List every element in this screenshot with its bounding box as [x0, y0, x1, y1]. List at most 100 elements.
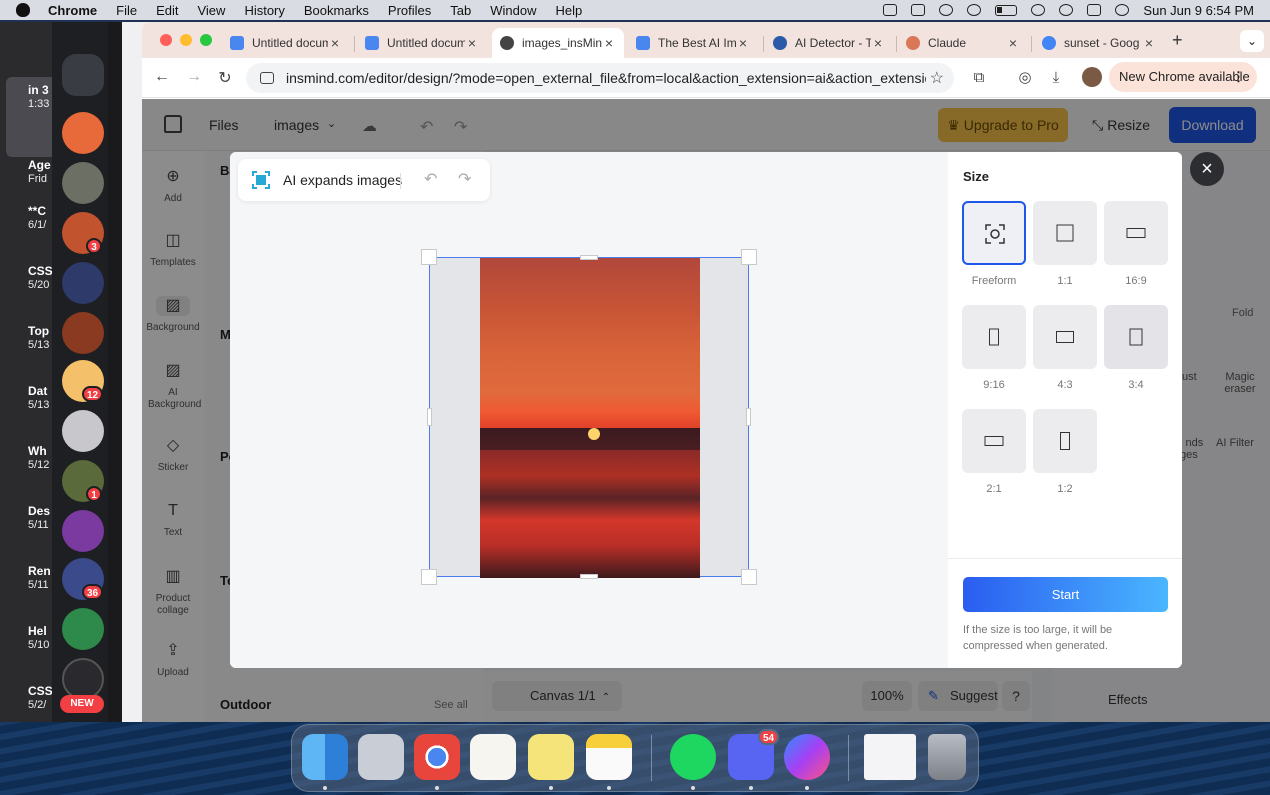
forward-arrow-icon[interactable]: → — [184, 68, 204, 86]
status-app-icon[interactable] — [883, 4, 898, 16]
menu-history[interactable]: History — [244, 3, 284, 18]
chrome-icon[interactable] — [414, 734, 460, 780]
menu-file[interactable]: File — [116, 3, 137, 18]
menu-tab[interactable]: Tab — [450, 3, 471, 18]
size-option-4-3[interactable]: 4:3 — [1033, 305, 1097, 391]
menubar-clock[interactable]: Sun Jun 9 6:54 PM — [1143, 3, 1254, 18]
play-icon[interactable] — [967, 4, 982, 16]
menu-help[interactable]: Help — [556, 3, 583, 18]
tab-close-icon[interactable]: × — [871, 35, 885, 51]
reload-icon[interactable]: ↻ — [215, 68, 235, 88]
size-option-16-9[interactable]: 16:9 — [1104, 201, 1168, 287]
bluetooth-icon[interactable] — [939, 4, 954, 16]
tab-close-icon[interactable]: × — [465, 35, 479, 51]
redo-icon[interactable]: ↷ — [458, 169, 471, 189]
start-button[interactable]: Start — [963, 577, 1168, 612]
option-label: Freeform — [971, 275, 1017, 287]
resize-handle-top-right[interactable] — [741, 249, 757, 265]
window-minimize-icon[interactable] — [180, 34, 192, 46]
running-indicator — [607, 786, 611, 790]
option-label: 1:1 — [1057, 275, 1073, 287]
size-option-2-1[interactable]: 2:1 — [962, 409, 1026, 495]
site-info-icon[interactable] — [260, 72, 274, 84]
tab-close-icon[interactable]: × — [602, 35, 616, 51]
resize-handle-right[interactable] — [746, 408, 751, 426]
more-vertical-icon[interactable]: ⋮ — [1232, 62, 1245, 92]
size-option-freeform[interactable]: Freeform — [962, 201, 1026, 287]
menu-bookmarks[interactable]: Bookmarks — [304, 3, 369, 18]
menu-app-name[interactable]: Chrome — [48, 3, 97, 18]
tab-untitled-document-2[interactable]: Untitled docum × — [357, 28, 487, 58]
close-modal-button[interactable]: × — [1190, 152, 1224, 186]
window-zoom-icon[interactable] — [200, 34, 212, 46]
search-icon[interactable] — [1059, 4, 1074, 16]
tab-close-icon[interactable]: × — [1006, 35, 1020, 51]
size-option-9-16[interactable]: 9:16 — [962, 305, 1026, 391]
tab-claude[interactable]: Claude × — [898, 28, 1028, 58]
extension-icon[interactable]: ◎ — [1016, 69, 1034, 87]
trash-icon[interactable] — [928, 734, 966, 780]
undo-icon[interactable]: ↶ — [424, 169, 437, 189]
tab-close-icon[interactable]: × — [328, 35, 342, 51]
control-center-icon[interactable] — [1087, 4, 1102, 16]
landscape-icon — [1126, 228, 1146, 238]
discord-server-icon[interactable] — [62, 608, 104, 650]
tab-search-chevron-icon[interactable]: ⌄ — [1240, 30, 1264, 52]
option-tile — [962, 305, 1026, 369]
discord-server-icon[interactable] — [62, 658, 104, 700]
discord-server-icon[interactable] — [62, 112, 104, 154]
resize-handle-top-left[interactable] — [421, 249, 437, 265]
finder-icon[interactable] — [302, 734, 348, 780]
new-tab-plus-icon[interactable]: + — [1172, 30, 1183, 51]
menu-view[interactable]: View — [197, 3, 225, 18]
discord-server-icon[interactable] — [62, 510, 104, 552]
notes-icon[interactable] — [586, 734, 632, 780]
tab-untitled-document-1[interactable]: Untitled docum × — [222, 28, 350, 58]
pages-pen-icon[interactable] — [470, 734, 516, 780]
size-option-1-2[interactable]: 1:2 — [1033, 409, 1097, 495]
tab-close-icon[interactable]: × — [1142, 35, 1156, 51]
wifi-icon[interactable] — [1031, 4, 1046, 16]
resize-handle-bottom[interactable] — [580, 574, 598, 579]
chrome-window-thumbnail-icon[interactable] — [864, 734, 916, 780]
spotify-icon[interactable] — [670, 734, 716, 780]
address-bar[interactable]: insmind.com/editor/design/?mode=open_ext… — [246, 63, 954, 93]
new-chrome-available-button[interactable]: New Chrome available ⋮ — [1109, 62, 1257, 92]
menu-window[interactable]: Window — [490, 3, 536, 18]
resize-handle-bottom-left[interactable] — [421, 569, 437, 585]
extensions-puzzle-icon[interactable]: ⧉ — [970, 69, 988, 87]
menu-edit[interactable]: Edit — [156, 3, 178, 18]
battery-icon[interactable] — [995, 4, 1018, 16]
launchpad-icon[interactable] — [358, 734, 404, 780]
resize-handle-top[interactable] — [580, 255, 598, 260]
bookmark-star-icon[interactable]: ☆ — [930, 68, 944, 88]
discord-server-icon[interactable] — [62, 262, 104, 304]
menu-profiles[interactable]: Profiles — [388, 3, 431, 18]
siri-icon[interactable] — [1115, 4, 1130, 16]
discord-notification-badge: 54 — [758, 729, 780, 745]
discord-server-icon[interactable] — [62, 312, 104, 354]
discord-server-icon[interactable] — [62, 162, 104, 204]
messenger-icon[interactable] — [784, 734, 830, 780]
panel-divider — [948, 558, 1182, 559]
status-calendar-icon[interactable] — [911, 4, 926, 16]
window-close-icon[interactable] — [160, 34, 172, 46]
tab-google-sunset[interactable]: sunset - Goog × — [1034, 28, 1164, 58]
tab-ai-detector[interactable]: AI Detector - T × — [765, 28, 893, 58]
download-arrow-icon[interactable]: ⤓ — [1047, 69, 1065, 87]
back-arrow-icon[interactable]: ← — [152, 68, 172, 86]
tab-best-ai-image[interactable]: The Best AI Ima × — [628, 28, 758, 58]
apple-icon[interactable] — [16, 3, 30, 17]
size-option-1-1[interactable]: 1:1 — [1033, 201, 1097, 287]
resize-handle-bottom-right[interactable] — [741, 569, 757, 585]
expand-frame[interactable] — [421, 249, 757, 585]
profile-avatar[interactable] — [1082, 67, 1102, 87]
resize-handle-left[interactable] — [427, 408, 432, 426]
tab-close-icon[interactable]: × — [736, 35, 750, 51]
discord-server-icon[interactable] — [62, 410, 104, 452]
discord-home-icon[interactable] — [62, 54, 104, 96]
tab-images-insmind[interactable]: images_insMin × — [492, 28, 624, 58]
landscape-icon — [1056, 331, 1074, 343]
size-option-3-4[interactable]: 3:4 — [1104, 305, 1168, 391]
stickies-icon[interactable] — [528, 734, 574, 780]
